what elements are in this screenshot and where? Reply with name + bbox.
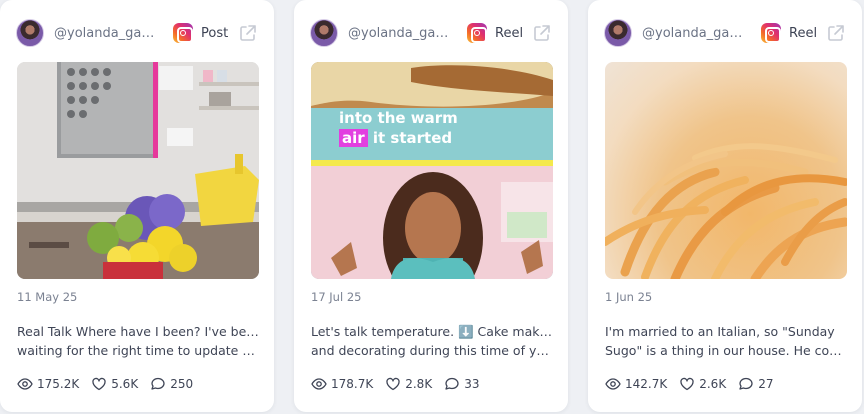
caption-line: Real Talk Where have I been? I've been — [17, 324, 259, 339]
caption-line: I'm married to an Italian, so "Sunday — [605, 324, 835, 339]
views-stat: 142.7K — [605, 376, 667, 392]
likes-count: 2.8K — [405, 377, 433, 391]
heart-icon — [386, 377, 400, 391]
caption-line: Let's talk temperature. ⬇️ Cake making — [311, 324, 553, 339]
post-type-label: Reel — [789, 25, 818, 41]
comment-icon — [151, 377, 165, 390]
external-link-icon[interactable] — [826, 23, 846, 43]
avatar[interactable] — [604, 19, 632, 47]
likes-count: 2.6K — [699, 377, 727, 391]
card-header: @yolanda_gam... Post — [16, 16, 258, 50]
caption-line: and decorating during this time of year,… — [311, 343, 553, 358]
avatar[interactable] — [16, 19, 44, 47]
likes-stat: 2.8K — [385, 376, 432, 392]
engagement-stats: 142.7K 2.6K 27 — [605, 376, 785, 392]
post-thumbnail[interactable]: into the warm air it started — [311, 62, 553, 279]
views-count: 175.2K — [37, 377, 80, 391]
pasta-image — [605, 143, 847, 279]
caption-line: Sugo" is a thing in our house. He cooks.… — [605, 343, 847, 358]
overlay-line-2: air it started — [339, 128, 458, 148]
engagement-stats: 175.2K 5.6K 250 — [17, 376, 205, 392]
views-count: 142.7K — [625, 377, 668, 391]
eye-icon — [311, 378, 327, 390]
comments-count: 27 — [758, 377, 774, 391]
reel-text-overlay: into the warm air it started — [339, 108, 458, 148]
avatar[interactable] — [310, 19, 338, 47]
post-card-3[interactable]: @yolanda_gam... Reel 1 Jun 25 I'm marrie… — [588, 0, 862, 412]
post-thumbnail[interactable] — [17, 62, 259, 279]
views-count: 178.7K — [331, 377, 374, 391]
instagram-icon — [173, 23, 193, 43]
engagement-stats: 178.7K 2.8K 33 — [311, 376, 491, 392]
views-stat: 175.2K — [17, 376, 79, 392]
comments-count: 33 — [464, 377, 480, 391]
card-header: @yolanda_gam... Reel — [604, 16, 846, 50]
post-date: 17 Jul 25 — [311, 290, 362, 304]
kitchen-image — [17, 62, 259, 279]
external-link-icon[interactable] — [238, 23, 258, 43]
card-header: @yolanda_gam... Reel — [310, 16, 552, 50]
post-caption[interactable]: Let's talk temperature. ⬇️ Cake making a… — [311, 322, 553, 360]
comment-icon — [739, 377, 753, 390]
overlay-highlight: air — [339, 129, 368, 147]
external-link-icon[interactable] — [532, 23, 552, 43]
overlay-rest: it started — [367, 129, 453, 147]
comments-stat: 27 — [738, 376, 773, 392]
likes-stat: 2.6K — [679, 376, 726, 392]
post-caption[interactable]: Real Talk Where have I been? I've been w… — [17, 322, 259, 360]
post-caption[interactable]: I'm married to an Italian, so "Sunday Su… — [605, 322, 847, 360]
likes-count: 5.6K — [111, 377, 139, 391]
comments-count: 250 — [170, 377, 194, 391]
creator-handle[interactable]: @yolanda_gam... — [642, 26, 754, 41]
creator-handle[interactable]: @yolanda_gam... — [348, 26, 460, 41]
views-stat: 178.7K — [311, 376, 373, 392]
instagram-icon — [467, 23, 487, 43]
caption-line: waiting for the right time to update you… — [17, 343, 259, 358]
eye-icon — [605, 378, 621, 390]
post-type-label: Reel — [495, 25, 524, 41]
heart-icon — [92, 377, 106, 391]
likes-stat: 5.6K — [91, 376, 138, 392]
reel-image — [311, 62, 553, 279]
overlay-line: into the warm — [339, 109, 458, 127]
post-type-label: Post — [201, 25, 229, 41]
comments-stat: 250 — [150, 376, 193, 392]
instagram-icon — [761, 23, 781, 43]
post-thumbnail[interactable] — [605, 62, 847, 279]
eye-icon — [17, 378, 33, 390]
post-date: 11 May 25 — [17, 290, 78, 304]
post-card-2[interactable]: @yolanda_gam... Reel into the warm air i… — [294, 0, 568, 412]
post-card-1[interactable]: @yolanda_gam... Post 11 May 25 Real Talk… — [0, 0, 274, 412]
post-date: 1 Jun 25 — [605, 290, 653, 304]
comment-icon — [445, 377, 459, 390]
heart-icon — [680, 377, 694, 391]
comments-stat: 33 — [444, 376, 479, 392]
creator-handle[interactable]: @yolanda_gam... — [54, 26, 166, 41]
